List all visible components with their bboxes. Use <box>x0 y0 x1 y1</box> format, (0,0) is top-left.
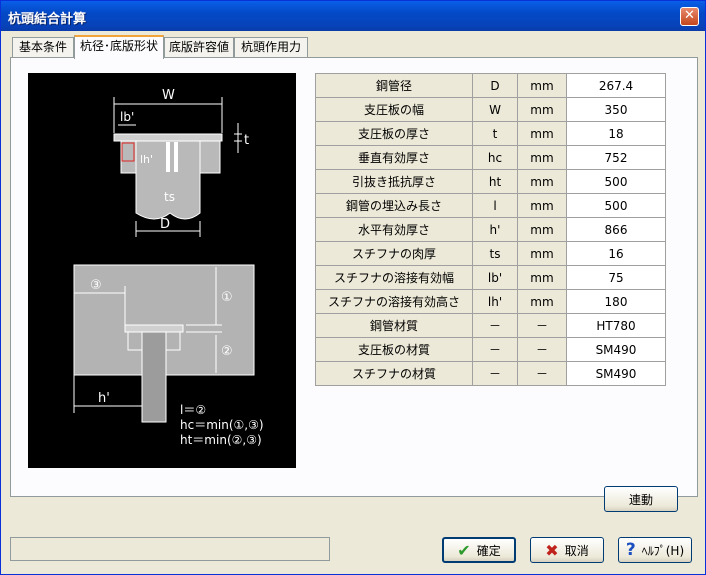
tab-base-allowable[interactable]: 底版許容値 <box>164 37 234 57</box>
row-value-input[interactable]: SM490 <box>566 337 666 362</box>
row-label: 支圧板の材質 <box>315 337 473 362</box>
label-ts: ts <box>164 190 175 204</box>
row-value-input[interactable]: 75 <box>566 265 666 290</box>
diagram-svg: W lb' t lh' ts D ③ ① ② h' l＝② hc＝min(①,③… <box>73 88 264 447</box>
row-symbol: lh' <box>472 289 518 314</box>
row-label: 垂直有効厚さ <box>315 145 473 170</box>
label-W: W <box>162 88 175 103</box>
row-unit: mm <box>517 217 567 242</box>
row-symbol: D <box>472 73 518 98</box>
row-symbol: h' <box>472 217 518 242</box>
link-button[interactable]: 連動 <box>604 486 678 512</box>
row-value-input[interactable]: 350 <box>566 97 666 122</box>
label-lh: lh' <box>140 153 153 166</box>
cancel-x-icon: ✖ <box>545 540 559 560</box>
row-symbol: hc <box>472 145 518 170</box>
row-value-input[interactable]: 866 <box>566 217 666 242</box>
ok-button[interactable]: ✔ 確定 <box>442 537 516 563</box>
row-symbol: － <box>472 337 518 362</box>
row-label: 支圧板の厚さ <box>315 121 473 146</box>
tab-pile-diameter-base-shape[interactable]: 杭径･底版形状 <box>74 35 164 59</box>
help-button[interactable]: ? ﾍﾙﾌﾟ(H) <box>618 537 692 563</box>
row-label: 水平有効厚さ <box>315 217 473 242</box>
row-unit: － <box>517 313 567 338</box>
row-unit: mm <box>517 289 567 314</box>
row-symbol: － <box>472 313 518 338</box>
status-bar <box>10 537 330 561</box>
tab-pile-head-force[interactable]: 杭頭作用力 <box>234 37 308 57</box>
table-row: 支圧板の厚さ t mm 18 <box>315 121 666 146</box>
row-unit: mm <box>517 97 567 122</box>
row-value-input[interactable]: 18 <box>566 121 666 146</box>
row-label: 引抜き抵抗厚さ <box>315 169 473 194</box>
row-symbol: t <box>472 121 518 146</box>
table-row: 垂直有効厚さ hc mm 752 <box>315 145 666 170</box>
row-value-input[interactable]: SM490 <box>566 361 666 386</box>
row-unit: mm <box>517 145 567 170</box>
row-unit: mm <box>517 193 567 218</box>
close-icon: ✕ <box>684 8 695 23</box>
label-circle2: ② <box>221 344 233 359</box>
table-row: スチフナの溶接有効幅 lb' mm 75 <box>315 265 666 290</box>
cancel-button[interactable]: ✖ 取消 <box>530 537 604 563</box>
row-unit: mm <box>517 265 567 290</box>
title-bar[interactable]: 杭頭結合計算 ✕ <box>1 1 705 31</box>
formula-l: l＝② <box>180 403 206 417</box>
label-circle3: ③ <box>90 278 102 293</box>
row-unit: － <box>517 361 567 386</box>
row-unit: － <box>517 337 567 362</box>
row-value-input[interactable]: 752 <box>566 145 666 170</box>
formula-hc: hc＝min(①,③) <box>180 418 264 432</box>
tab-basic-conditions[interactable]: 基本条件 <box>12 37 74 57</box>
table-row: 鋼管の埋込み長さ l mm 500 <box>315 193 666 218</box>
row-value-input[interactable]: 500 <box>566 193 666 218</box>
row-value-input[interactable]: HT780 <box>566 313 666 338</box>
row-unit: mm <box>517 121 567 146</box>
row-value-input[interactable]: 180 <box>566 289 666 314</box>
row-symbol: W <box>472 97 518 122</box>
table-row: スチフナの材質－－ SM490 <box>315 361 666 386</box>
table-row: スチフナの溶接有効高さ lh' mm 180 <box>315 289 666 314</box>
row-unit: mm <box>517 169 567 194</box>
window-title: 杭頭結合計算 <box>8 12 87 27</box>
help-icon: ? <box>625 540 636 560</box>
table-row: 鋼管材質－－ HT780 <box>315 313 666 338</box>
label-hprime: h' <box>98 391 110 406</box>
label-circle1: ① <box>221 290 233 305</box>
label-D: D <box>160 217 170 232</box>
row-label: スチフナの肉厚 <box>315 241 473 266</box>
formula-ht: ht＝min(②,③) <box>180 433 262 447</box>
table-row: 引抜き抵抗厚さ ht mm 500 <box>315 169 666 194</box>
table-row: スチフナの肉厚 ts mm 16 <box>315 241 666 266</box>
label-t: t <box>244 133 249 148</box>
row-value-input[interactable]: 267.4 <box>566 73 666 98</box>
row-label: スチフナの溶接有効高さ <box>315 289 473 314</box>
table-row: 支圧板の材質－－ SM490 <box>315 337 666 362</box>
pile-head-diagram: W lb' t lh' ts D ③ ① ② h' l＝② hc＝min(①,③… <box>28 73 296 468</box>
table-row: 鋼管径 Dmm 267.4 <box>315 73 666 98</box>
check-icon: ✔ <box>457 540 471 560</box>
row-label: スチフナの材質 <box>315 361 473 386</box>
row-value-input[interactable]: 16 <box>566 241 666 266</box>
row-unit: mm <box>517 241 567 266</box>
row-symbol: － <box>472 361 518 386</box>
row-symbol: ht <box>472 169 518 194</box>
row-symbol: lb' <box>472 265 518 290</box>
row-label: スチフナの溶接有効幅 <box>315 265 473 290</box>
close-button[interactable]: ✕ <box>680 7 699 26</box>
row-unit: mm <box>517 73 567 98</box>
label-lb: lb' <box>120 110 134 124</box>
row-label: 支圧板の幅 <box>315 97 473 122</box>
table-row: 水平有効厚さ h' mm 866 <box>315 217 666 242</box>
row-value-input[interactable]: 500 <box>566 169 666 194</box>
row-symbol: l <box>472 193 518 218</box>
row-label: 鋼管の埋込み長さ <box>315 193 473 218</box>
row-symbol: ts <box>472 241 518 266</box>
spec-table: 鋼管径 Dmm 267.4 支圧板の幅 Wmm 350 支圧板の厚さ t mm 18 垂直有効厚さ h… <box>315 73 666 386</box>
row-label: 鋼管材質 <box>315 313 473 338</box>
table-row: 支圧板の幅 Wmm 350 <box>315 97 666 122</box>
row-label: 鋼管径 <box>315 73 473 98</box>
